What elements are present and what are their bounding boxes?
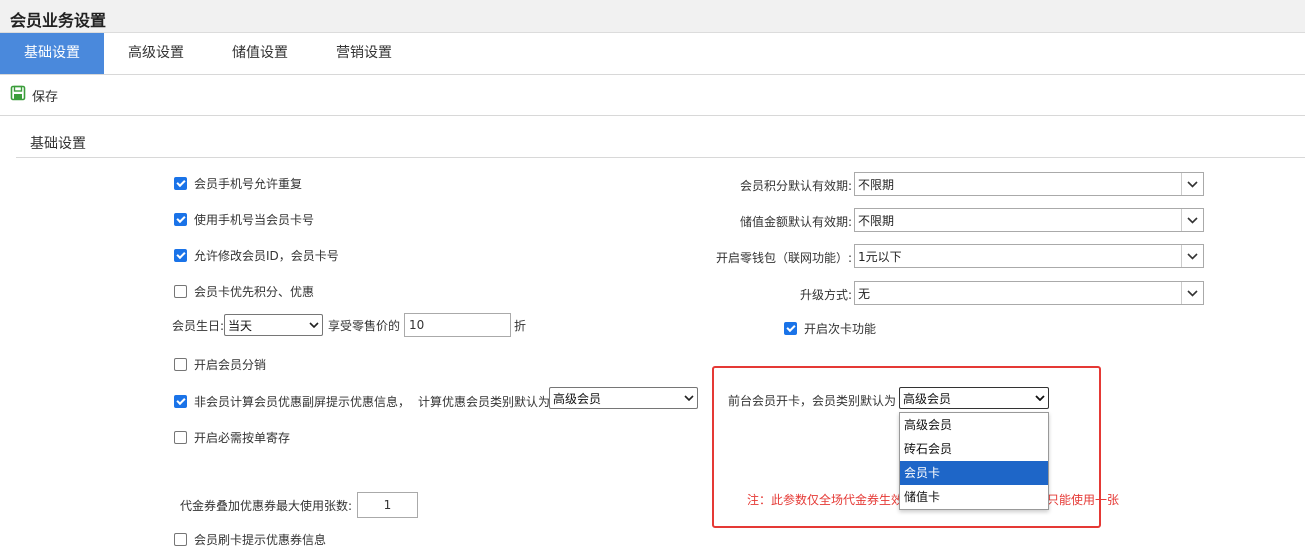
checkbox[interactable] [174, 431, 187, 444]
checkbox[interactable] [174, 249, 187, 262]
option-label: 会员手机号允许重复 [194, 177, 303, 191]
option-label: 非会员计算会员优惠副屏提示优惠信息， [194, 395, 411, 409]
discount-label: 享受零售价的 [328, 319, 401, 333]
discount-unit-row: 折 [514, 317, 526, 334]
frontdesk-label: 前台会员开卡，会员类别默认为 [728, 394, 897, 408]
stored-validity-label: 储值金额默认有效期: [739, 215, 852, 229]
checkbox[interactable] [174, 213, 187, 226]
discount-value: 10 [409, 318, 425, 332]
section-divider [16, 157, 1305, 158]
discount-input[interactable]: 10 [404, 313, 511, 337]
birthday-select-value: 当天 [228, 318, 253, 333]
option-label: 开启次卡功能 [804, 322, 877, 336]
note-tail: 只能使用一张 [1047, 493, 1120, 507]
points-validity-value: 不限期 [858, 177, 895, 192]
chevron-down-icon [1181, 282, 1203, 304]
option-label: 会员刷卡提示优惠券信息 [194, 533, 327, 547]
toolbar: 保存 [0, 76, 1305, 116]
option-label: 会员卡优先积分、优惠 [194, 285, 315, 299]
dropdown-option[interactable]: 砖石会员 [900, 437, 1048, 461]
option-member-distribution[interactable]: 开启会员分销 [174, 356, 266, 373]
window-title: 会员业务设置 [10, 11, 107, 30]
option-label: 开启会员分销 [194, 358, 267, 372]
save-button[interactable]: 保存 [10, 85, 58, 105]
option-required-deposit[interactable]: 开启必需按单寄存 [174, 429, 290, 446]
checkbox[interactable] [784, 322, 797, 335]
save-label: 保存 [32, 89, 59, 105]
option-card-priority-points[interactable]: 会员卡优先积分、优惠 [174, 283, 314, 300]
upgrade-select[interactable]: 无 [854, 281, 1204, 305]
section-title: 基础设置 [30, 136, 86, 152]
checkbox[interactable] [174, 285, 187, 298]
checkbox[interactable] [174, 395, 187, 408]
tab-bar: 基础设置 高级设置 储值设置 营销设置 [0, 33, 1305, 75]
birthday-label: 会员生日: [172, 319, 225, 333]
calc-member-type-value: 高级会员 [553, 391, 602, 406]
option-label: 使用手机号当会员卡号 [194, 213, 315, 227]
option-label: 允许修改会员ID，会员卡号 [194, 249, 339, 263]
member-type-dropdown: 高级会员 砖石会员 会员卡 储值卡 [899, 412, 1049, 510]
chevron-down-icon [681, 395, 697, 401]
points-validity-label: 会员积分默认有效期: [739, 179, 852, 193]
wallet-value: 1元以下 [858, 249, 902, 264]
chevron-down-icon [306, 322, 322, 328]
option-allow-duplicate-phone[interactable]: 会员手机号允许重复 [174, 175, 302, 192]
tab-marketing-settings[interactable]: 营销设置 [312, 33, 416, 74]
chevron-down-icon [1032, 395, 1048, 401]
upgrade-value: 无 [858, 286, 871, 301]
option-phone-as-card-number[interactable]: 使用手机号当会员卡号 [174, 211, 314, 228]
checkbox[interactable] [174, 358, 187, 371]
chevron-down-icon [1181, 209, 1203, 231]
birthday-label-row: 会员生日: [172, 317, 224, 334]
upgrade-label: 升级方式: [799, 288, 852, 302]
note-head: 注：此参数仅全场代金券生效 [747, 493, 904, 507]
dropdown-option-highlighted[interactable]: 会员卡 [900, 461, 1048, 485]
tab-advanced-settings[interactable]: 高级设置 [104, 33, 208, 74]
frontdesk-member-type-value: 高级会员 [903, 391, 952, 406]
wallet-select[interactable]: 1元以下 [854, 244, 1204, 268]
frontdesk-member-type-select[interactable]: 高级会员 [899, 387, 1049, 409]
stored-validity-value: 不限期 [858, 213, 895, 228]
discount-unit: 折 [514, 319, 527, 333]
checkbox[interactable] [174, 177, 187, 190]
points-validity-select[interactable]: 不限期 [854, 172, 1204, 196]
option-enable-sub-card[interactable]: 开启次卡功能 [784, 320, 876, 337]
wallet-label: 开启零钱包（联网功能）: [715, 251, 852, 265]
note-text: 注：此参数仅全场代金券生效 只能使用一张 [747, 491, 1119, 508]
frontdesk-label-row: 前台会员开卡，会员类别默认为 [728, 392, 896, 409]
discount-label-row: 享受零售价的 [328, 317, 400, 334]
birthday-select[interactable]: 当天 [224, 314, 323, 336]
checkbox[interactable] [174, 533, 187, 546]
tab-stored-value-settings[interactable]: 储值设置 [208, 33, 312, 74]
stored-validity-select[interactable]: 不限期 [854, 208, 1204, 232]
option-allow-edit-member-id[interactable]: 允许修改会员ID，会员卡号 [174, 247, 339, 264]
option-non-member-discount-display[interactable]: 非会员计算会员优惠副屏提示优惠信息， 计算优惠会员类别默认为 [174, 393, 550, 410]
dropdown-option[interactable]: 储值卡 [900, 485, 1048, 509]
save-icon [10, 85, 32, 105]
chevron-down-icon [1181, 173, 1203, 195]
dropdown-option[interactable]: 高级会员 [900, 413, 1048, 437]
tab-basic-settings[interactable]: 基础设置 [0, 33, 104, 74]
option-label: 开启必需按单寄存 [194, 431, 291, 445]
calc-type-label: 计算优惠会员类别默认为 [418, 395, 551, 409]
option-card-swipe-coupon-info[interactable]: 会员刷卡提示优惠券信息 [174, 531, 326, 548]
calc-member-type-select[interactable]: 高级会员 [549, 387, 698, 409]
coupon-max-label: 代金券叠加优惠券最大使用张数: [180, 499, 353, 513]
coupon-max-label-row: 代金券叠加优惠券最大使用张数: [180, 497, 352, 514]
coupon-max-value: 1 [383, 498, 392, 512]
title-bar: 会员业务设置 [0, 0, 1305, 33]
coupon-max-input[interactable]: 1 [357, 492, 418, 518]
chevron-down-icon [1181, 245, 1203, 267]
